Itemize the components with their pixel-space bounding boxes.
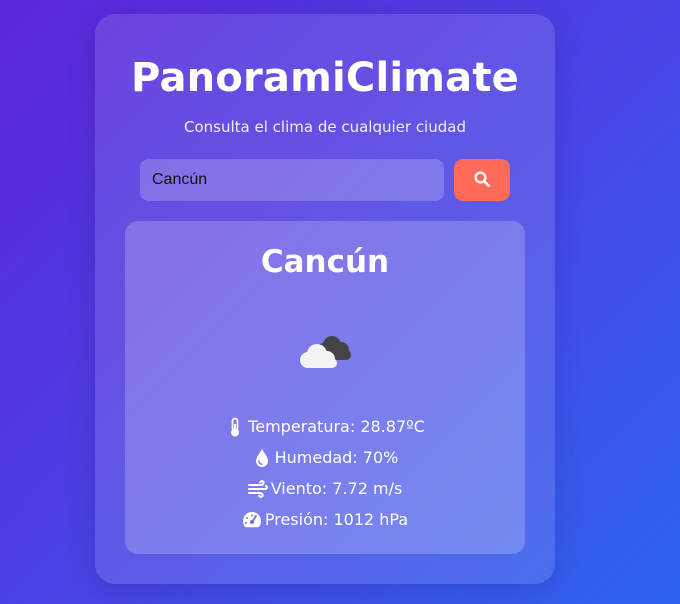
pressure-text: Presión: 1012 hPa <box>264 510 409 529</box>
wind-text: Viento: 7.72 m/s <box>270 479 403 498</box>
thermometer-icon <box>225 417 245 437</box>
wind-icon <box>247 479 268 499</box>
city-search-input[interactable] <box>140 159 444 201</box>
weather-app-card: PanoramiClimate Consulta el clima de cua… <box>95 14 555 584</box>
search-button[interactable] <box>454 159 510 201</box>
weather-metrics: Temperatura: 28.87ºC Humedad: 70% Viento… <box>125 411 525 535</box>
humidity-text: Humedad: 70% <box>274 448 399 467</box>
humidity-metric: Humedad: 70% <box>125 442 525 473</box>
search-row <box>140 159 510 201</box>
app-subtitle: Consulta el clima de cualquier ciudad <box>184 118 466 136</box>
pressure-metric: Presión: 1012 hPa <box>125 504 525 535</box>
app-title: PanoramiClimate <box>131 55 519 101</box>
weather-result-panel: Cancún Temperatura: 28.87ºC Humedad: 70%… <box>125 221 525 554</box>
search-icon <box>473 170 491 191</box>
temperature-text: Temperatura: 28.87ºC <box>248 417 425 436</box>
droplet-icon <box>252 448 272 468</box>
wind-metric: Viento: 7.72 m/s <box>125 473 525 504</box>
cloudy-icon <box>295 327 355 369</box>
city-name: Cancún <box>260 244 390 280</box>
gauge-icon <box>242 510 262 530</box>
temperature-metric: Temperatura: 28.87ºC <box>125 411 525 442</box>
